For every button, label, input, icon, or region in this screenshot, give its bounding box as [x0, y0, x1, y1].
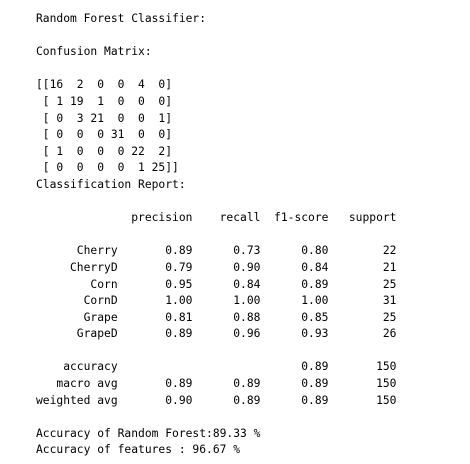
report-row: Grape 0.81 0.88 0.85 25 [36, 310, 397, 324]
matrix-row: [ 0 0 0 0 1 25]] [36, 161, 179, 175]
report-row: GrapeD 0.89 0.96 0.93 26 [36, 327, 397, 341]
confusion-matrix-title: Confusion Matrix: [36, 45, 152, 59]
matrix-row: [[16 2 0 0 4 0] [36, 78, 173, 92]
accuracy-features: Accuracy of features : 96.67 % [36, 443, 241, 457]
summary-row: macro avg 0.89 0.89 0.89 150 [36, 377, 397, 391]
classification-report-title: Classification Report: [36, 177, 186, 191]
report-row: CornD 1.00 1.00 1.00 31 [36, 294, 397, 308]
report-row: Cherry 0.89 0.73 0.80 22 [36, 244, 397, 258]
report-row: Corn 0.95 0.84 0.89 25 [36, 277, 397, 291]
cell-output: Random Forest Classifier: Confusion Matri… [36, 11, 396, 459]
matrix-row: [ 1 19 1 0 0 0] [36, 94, 173, 108]
accuracy-random-forest: Accuracy of Random Forest:89.33 % [36, 426, 261, 440]
report-header-row: precision recall f1-score support [36, 211, 397, 225]
matrix-row: [ 1 0 0 0 22 2] [36, 144, 173, 158]
matrix-row: [ 0 3 21 0 0 1] [36, 111, 173, 125]
header-line: Random Forest Classifier: [36, 12, 207, 25]
report-row: CherryD 0.79 0.90 0.84 21 [36, 260, 397, 274]
summary-row: accuracy 0.89 150 [36, 360, 397, 374]
summary-row: weighted avg 0.90 0.89 0.89 150 [36, 393, 397, 407]
matrix-row: [ 0 0 0 31 0 0] [36, 128, 173, 142]
